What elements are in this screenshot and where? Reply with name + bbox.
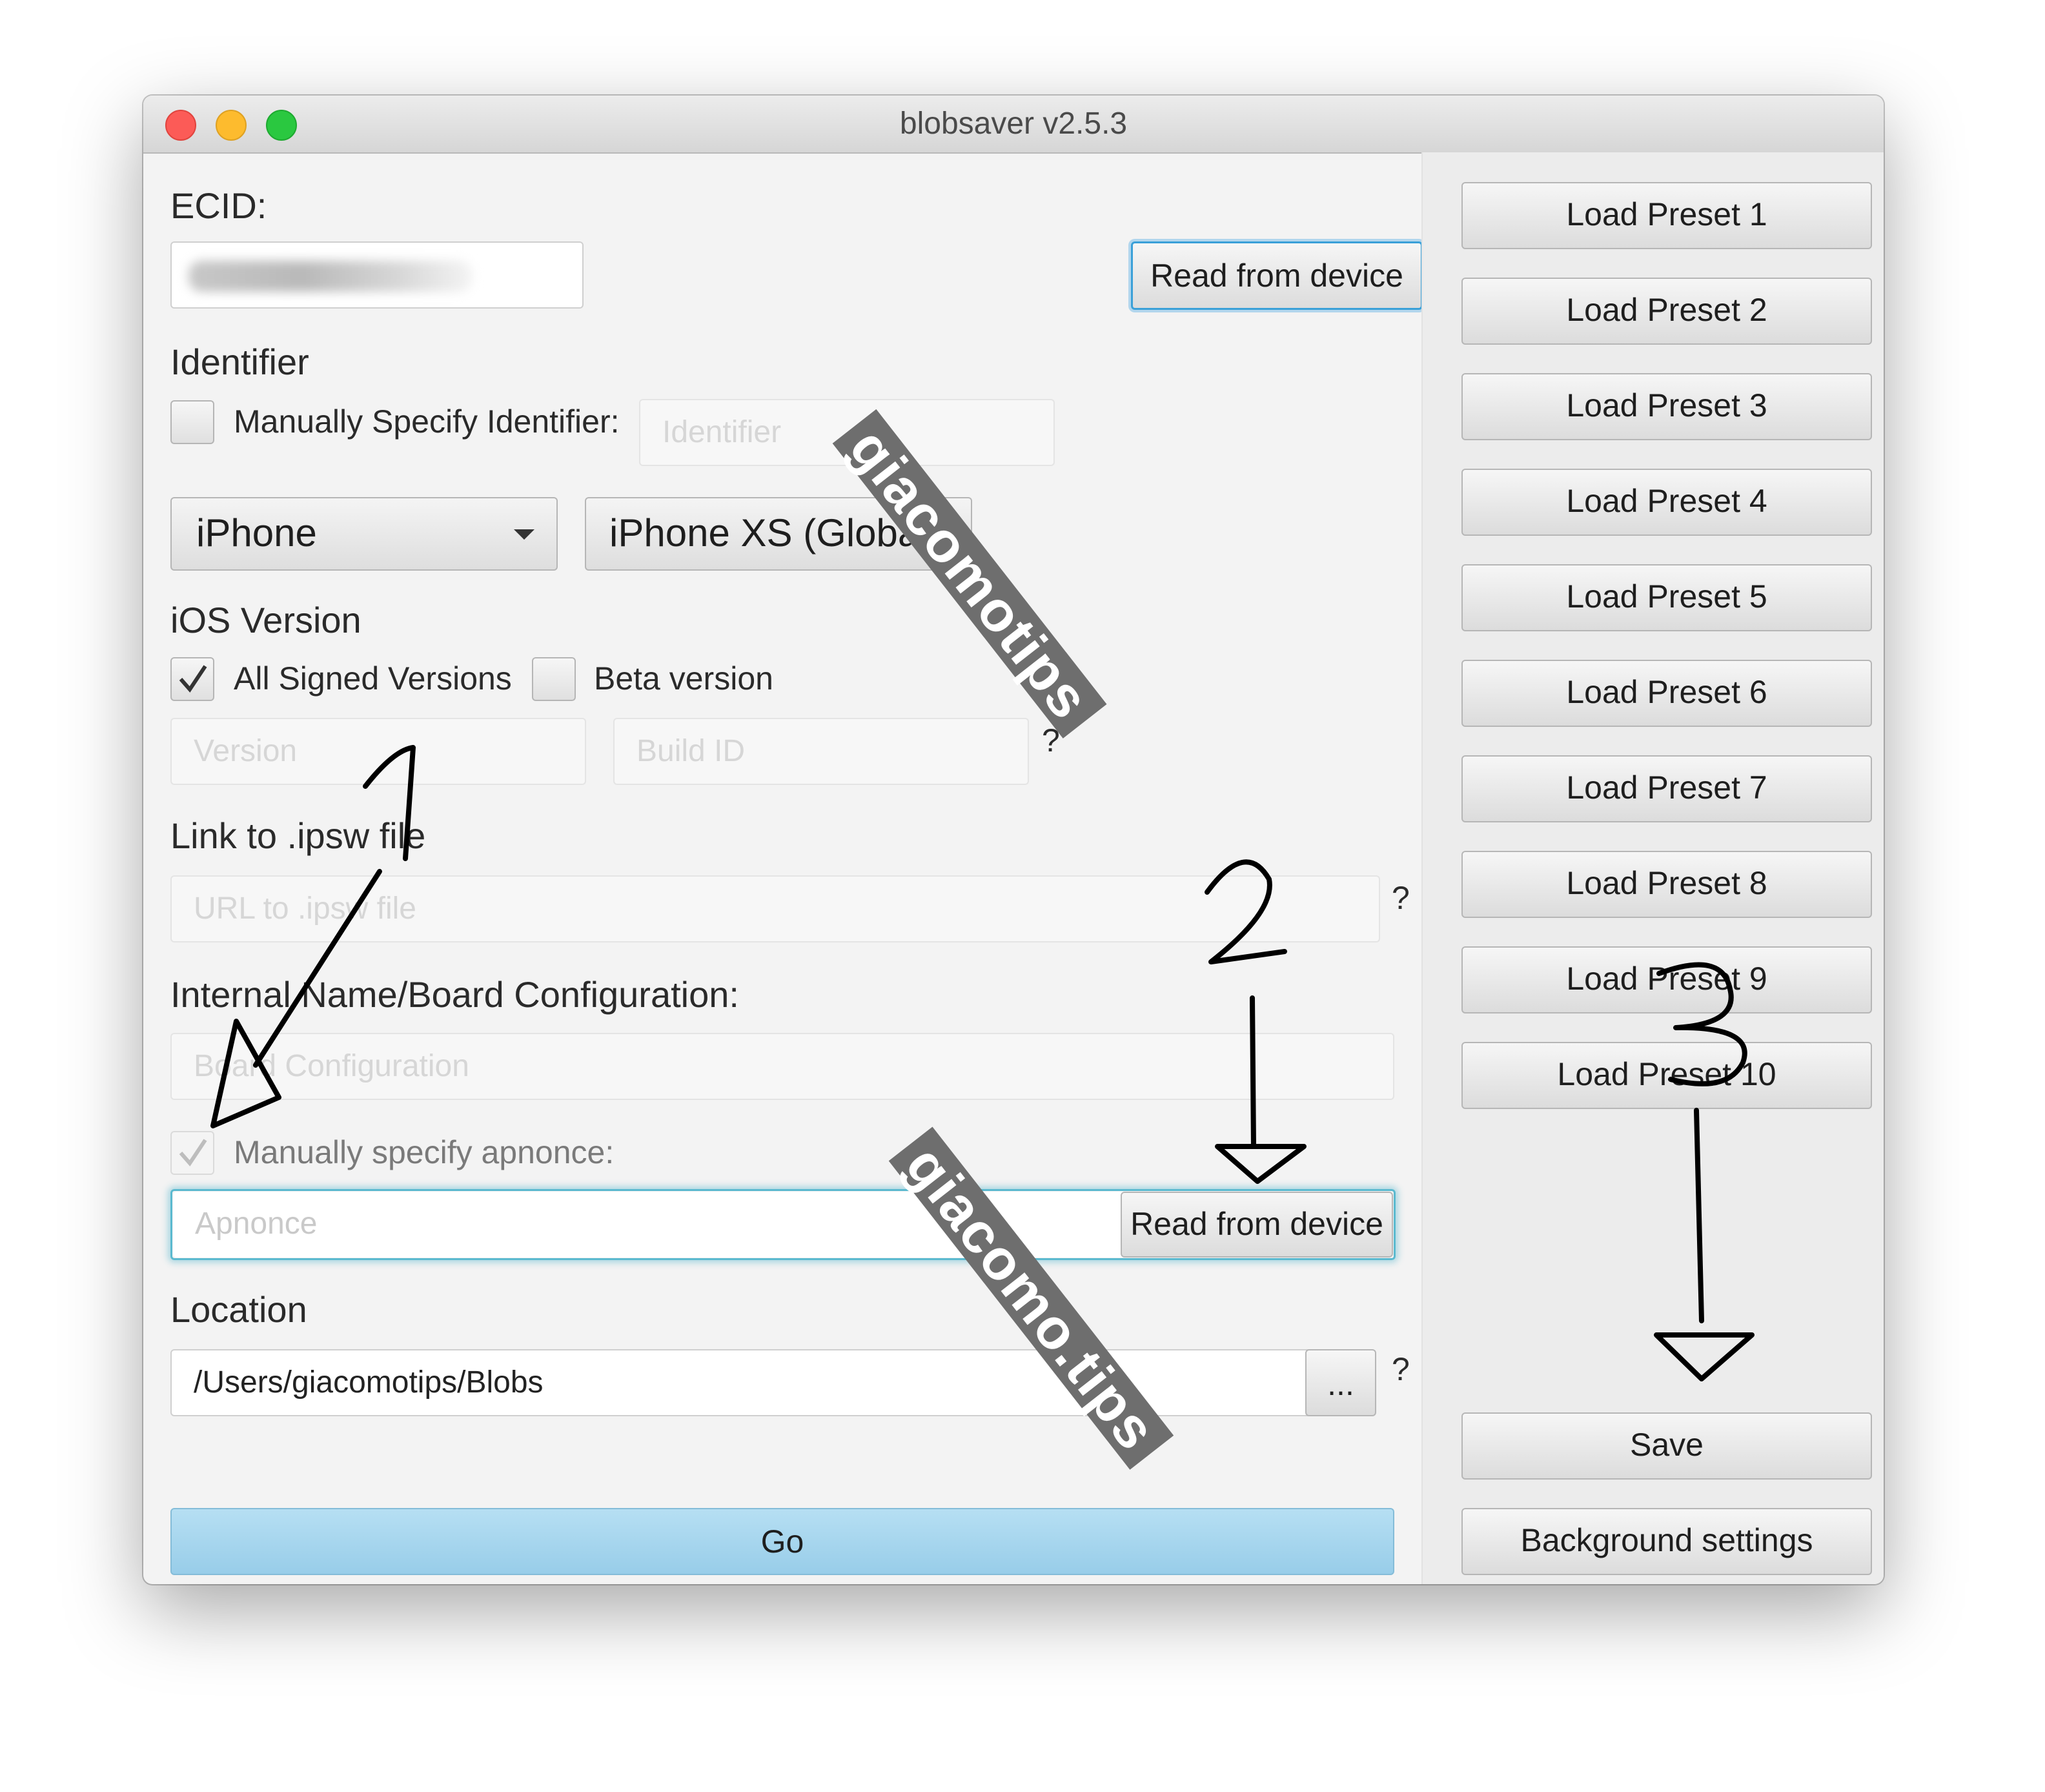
checkmark-icon <box>179 1139 207 1166</box>
manual-apnonce-checkbox[interactable] <box>170 1131 214 1175</box>
load-preset-6-button[interactable]: Load Preset 6 <box>1461 660 1872 727</box>
device-type-value: iPhone <box>196 511 317 555</box>
build-id-placeholder: Build ID <box>636 734 746 768</box>
location-section-label: Location <box>170 1289 307 1330</box>
chevron-down-icon <box>514 529 534 540</box>
board-config-placeholder: Board Configuration <box>194 1049 469 1083</box>
location-path-value: /Users/giacomotips/Blobs <box>194 1365 544 1400</box>
build-id-input[interactable]: Build ID <box>613 718 1029 785</box>
version-placeholder: Version <box>194 734 298 768</box>
checkmark-icon <box>179 665 207 693</box>
board-config-input[interactable]: Board Configuration <box>170 1033 1394 1100</box>
ecid-read-from-device-button[interactable]: Read from device <box>1131 241 1423 310</box>
go-button[interactable]: Go <box>170 1508 1394 1575</box>
background-settings-button[interactable]: Background settings <box>1461 1508 1872 1575</box>
beta-version-label: Beta version <box>594 660 773 697</box>
window-title: blobsaver v2.5.3 <box>899 107 1128 141</box>
apnonce-placeholder: Apnonce <box>195 1207 318 1241</box>
app-window: blobsaver v2.5.3 ECID: Read from device … <box>143 96 1884 1584</box>
beta-version-checkbox[interactable] <box>532 657 576 701</box>
ipsw-help-icon[interactable]: ? <box>1392 879 1410 917</box>
load-preset-10-button[interactable]: Load Preset 10 <box>1461 1042 1872 1109</box>
manual-identifier-label: Manually Specify Identifier: <box>234 403 620 440</box>
manual-apnonce-label: Manually specify apnonce: <box>234 1134 615 1170</box>
identifier-section-label: Identifier <box>170 341 309 382</box>
load-preset-3-button[interactable]: Load Preset 3 <box>1461 373 1872 440</box>
ecid-redacted-value <box>188 261 473 292</box>
ipsw-url-input[interactable]: URL to .ipsw file <box>170 875 1380 942</box>
ecid-field[interactable] <box>170 241 584 309</box>
manual-identifier-checkbox[interactable] <box>170 400 214 444</box>
load-preset-5-button[interactable]: Load Preset 5 <box>1461 564 1872 631</box>
ecid-label: ECID: <box>170 185 267 226</box>
version-input[interactable]: Version <box>170 718 586 785</box>
load-preset-4-button[interactable]: Load Preset 4 <box>1461 469 1872 536</box>
all-signed-versions-checkbox[interactable] <box>170 657 214 701</box>
load-preset-7-button[interactable]: Load Preset 7 <box>1461 755 1872 822</box>
load-preset-1-button[interactable]: Load Preset 1 <box>1461 182 1872 249</box>
apnonce-read-from-device-button[interactable]: Read from device <box>1121 1192 1393 1257</box>
identifier-placeholder: Identifier <box>662 415 782 449</box>
ios-version-section-label: iOS Version <box>170 600 361 640</box>
load-preset-9-button[interactable]: Load Preset 9 <box>1461 946 1872 1013</box>
device-type-select[interactable]: iPhone <box>170 497 558 571</box>
board-section-label: Internal Name/Board Configuration: <box>170 974 739 1015</box>
title-bar: blobsaver v2.5.3 <box>143 96 1884 154</box>
load-preset-2-button[interactable]: Load Preset 2 <box>1461 278 1872 345</box>
ipsw-url-placeholder: URL to .ipsw file <box>194 891 416 926</box>
save-button[interactable]: Save <box>1461 1412 1872 1480</box>
ipsw-section-label: Link to .ipsw file <box>170 815 426 856</box>
all-signed-versions-label: All Signed Versions <box>234 660 512 697</box>
load-preset-8-button[interactable]: Load Preset 8 <box>1461 851 1872 918</box>
watermark: giacomo.tips <box>888 1126 1174 1470</box>
location-help-icon[interactable]: ? <box>1392 1350 1410 1388</box>
browse-location-button[interactable]: ... <box>1305 1349 1376 1416</box>
